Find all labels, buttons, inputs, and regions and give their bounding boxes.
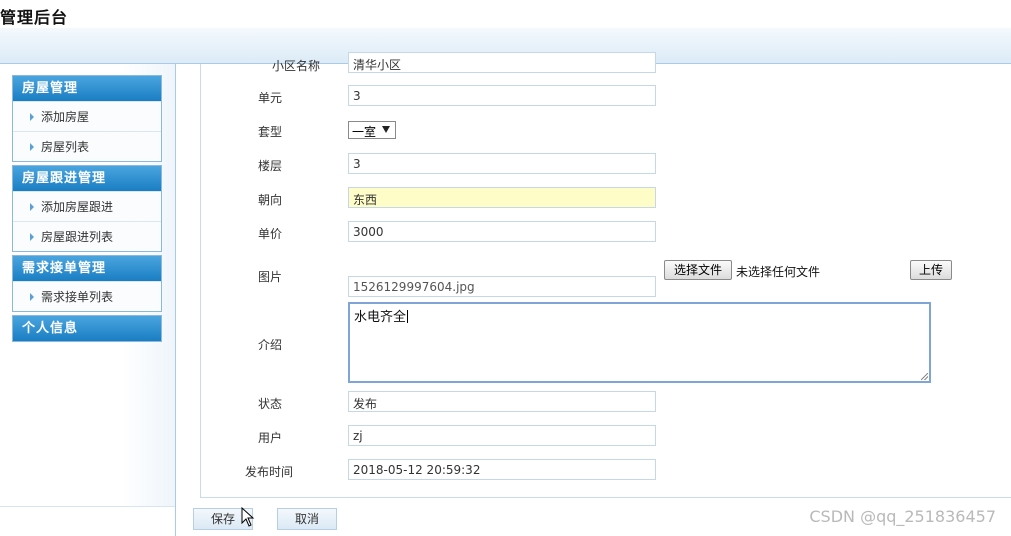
sidebar-item-label: 添加房屋跟进 — [41, 200, 114, 214]
watermark: CSDN @qq_251836457 — [809, 507, 996, 526]
sidebar-item-label: 房屋列表 — [41, 140, 90, 154]
image-label: 图片 — [257, 270, 282, 284]
sidebar-item-add-followup[interactable]: 添加房屋跟进 — [13, 191, 161, 221]
price-label: 单价 — [257, 227, 282, 241]
arrow-right-icon — [30, 113, 34, 121]
price-field[interactable]: 3000 — [348, 221, 656, 242]
menu-header-house[interactable]: 房屋管理 — [13, 76, 161, 101]
app-title: 管理后台 — [0, 8, 69, 27]
menu-header-profile[interactable]: 个人信息 — [13, 316, 161, 341]
menu-group-followup: 房屋跟进管理 添加房屋跟进 房屋跟进列表 — [12, 165, 162, 252]
text-caret — [407, 310, 409, 323]
sidebar-item-add-house[interactable]: 添加房屋 — [13, 101, 161, 131]
floor-field[interactable]: 3 — [348, 153, 656, 174]
mouse-pointer-icon — [241, 507, 255, 527]
upload-button[interactable]: 上传 — [910, 260, 952, 280]
dropdown-arrow-icon — [382, 126, 390, 133]
no-file-text: 未选择任何文件 — [736, 265, 821, 279]
layout-select[interactable]: 一室 — [348, 121, 396, 139]
top-bar: 管理后台 — [0, 0, 1011, 30]
menu-group-profile: 个人信息 — [12, 315, 162, 342]
menu-group-orders: 需求接单管理 需求接单列表 — [12, 255, 162, 312]
user-field[interactable]: zj — [348, 425, 656, 446]
status-label: 状态 — [257, 397, 282, 411]
layout-selected-value: 一室 — [352, 125, 377, 139]
status-field[interactable]: 发布 — [348, 391, 656, 412]
menu-header-orders[interactable]: 需求接单管理 — [13, 256, 161, 281]
sidebar-item-house-list[interactable]: 房屋列表 — [13, 131, 161, 161]
main-content: 小区名称 清华小区 单元 3 套型 一室 楼层 3 朝向 东西 单价 3000 … — [176, 52, 1011, 536]
image-filename-field[interactable]: 1526129997604.jpg — [348, 276, 656, 297]
form-panel: 小区名称 清华小区 单元 3 套型 一室 楼层 3 朝向 东西 单价 3000 … — [200, 52, 1011, 498]
arrow-right-icon — [30, 203, 34, 211]
community-label: 小区名称 — [271, 59, 320, 73]
community-field[interactable]: 清华小区 — [348, 52, 656, 73]
intro-label: 介绍 — [257, 338, 282, 352]
resize-handle-icon[interactable] — [921, 373, 928, 380]
sidebar: 房屋管理 添加房屋 房屋列表 房屋跟进管理 添加房屋跟进 房屋跟进列表 需求接单… — [0, 64, 176, 536]
publish-time-label: 发布时间 — [244, 465, 293, 479]
arrow-right-icon — [30, 293, 34, 301]
user-label: 用户 — [257, 431, 282, 445]
intro-textarea[interactable]: 水电齐全 — [348, 302, 931, 383]
menu-group-house: 房屋管理 添加房屋 房屋列表 — [12, 75, 162, 162]
orientation-label: 朝向 — [257, 193, 282, 207]
cancel-button[interactable]: 取消 — [277, 508, 337, 530]
arrow-right-icon — [30, 233, 34, 241]
menu-header-followup[interactable]: 房屋跟进管理 — [13, 166, 161, 191]
orientation-field[interactable]: 东西 — [348, 187, 656, 208]
sidebar-divider — [0, 506, 176, 507]
sidebar-item-label: 需求接单列表 — [41, 290, 114, 304]
arrow-right-icon — [30, 143, 34, 151]
sidebar-item-label: 添加房屋 — [41, 110, 90, 124]
unit-field[interactable]: 3 — [348, 85, 656, 106]
layout-label: 套型 — [257, 125, 282, 139]
sidebar-item-followup-list[interactable]: 房屋跟进列表 — [13, 221, 161, 251]
publish-time-field[interactable]: 2018-05-12 20:59:32 — [348, 459, 656, 480]
sidebar-item-order-list[interactable]: 需求接单列表 — [13, 281, 161, 311]
choose-file-button[interactable]: 选择文件 — [664, 260, 732, 280]
sidebar-item-label: 房屋跟进列表 — [41, 230, 114, 244]
unit-label: 单元 — [257, 91, 282, 105]
floor-label: 楼层 — [257, 159, 282, 173]
intro-text: 水电齐全 — [354, 310, 407, 325]
